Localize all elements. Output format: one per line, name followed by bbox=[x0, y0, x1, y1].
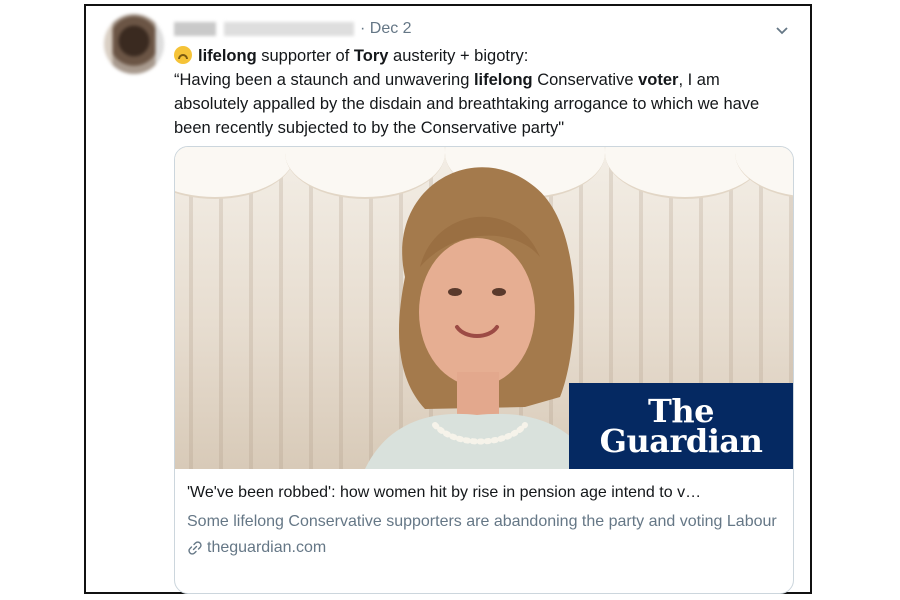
text-bold-tory: Tory bbox=[353, 47, 389, 65]
handle-redacted[interactable] bbox=[224, 22, 354, 36]
display-name-redacted[interactable] bbox=[174, 22, 216, 36]
card-body: 'We've been robbed': how women hit by ri… bbox=[175, 469, 793, 569]
card-image: The Guardian bbox=[175, 147, 793, 469]
woman-photo bbox=[365, 167, 595, 469]
card-domain-text: theguardian.com bbox=[207, 539, 327, 556]
guardian-logo: The Guardian bbox=[569, 383, 793, 469]
text-bold-lifelong: lifelong bbox=[198, 47, 257, 65]
quote-seg: “Having been a staunch and unwavering bbox=[174, 71, 474, 89]
card-description: Some lifelong Conservative supporters ar… bbox=[187, 513, 777, 530]
text-seg: supporter of bbox=[256, 47, 354, 65]
quote-bold-lifelong: lifelong bbox=[473, 71, 533, 89]
upside-down-face-emoji-icon bbox=[174, 46, 192, 64]
text-seg: austerity + bigotry: bbox=[388, 47, 529, 65]
tweet: · Dec 2 lifelong supporter of Tory auste… bbox=[84, 4, 812, 594]
card-domain[interactable]: theguardian.com bbox=[187, 537, 781, 559]
logo-line-guardian: Guardian bbox=[599, 422, 763, 460]
card-title[interactable]: 'We've been robbed': how women hit by ri… bbox=[187, 482, 781, 504]
tweet-text: lifelong supporter of Tory austerity + b… bbox=[174, 44, 794, 140]
link-card[interactable]: The Guardian 'We've been robbed': how wo… bbox=[174, 146, 794, 594]
quote-bold-voter: voter bbox=[638, 71, 679, 89]
tweet-date[interactable]: · Dec 2 bbox=[360, 20, 412, 38]
chevron-down-icon[interactable] bbox=[774, 22, 790, 38]
quote-seg: Conservative bbox=[532, 71, 639, 89]
avatar[interactable] bbox=[104, 14, 164, 74]
link-icon bbox=[187, 540, 203, 556]
tweet-header: · Dec 2 bbox=[174, 18, 412, 40]
